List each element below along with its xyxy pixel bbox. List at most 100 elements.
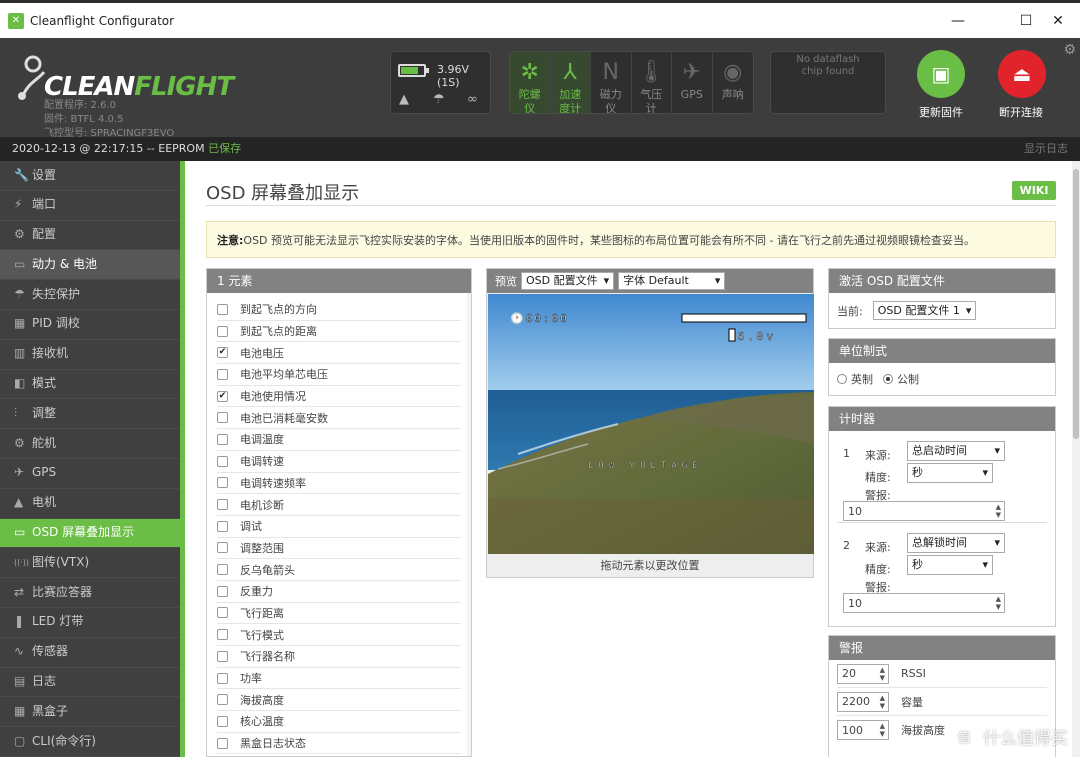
blackbox-icon: ▦ <box>14 703 26 718</box>
element-checkbox[interactable] <box>217 520 228 532</box>
firmware-version: 固件: BTFL 4.0.5 <box>44 114 124 125</box>
element-checkbox[interactable] <box>217 368 228 380</box>
sidebar-item-vtx[interactable]: ((·)) 图传(VTX) <box>0 548 180 579</box>
sidebar-item-wrench[interactable]: 🔧 设置 <box>0 161 180 191</box>
element-checkbox[interactable] <box>217 650 228 662</box>
sidebar-item-led[interactable]: ❚ LED 灯带 <box>0 608 180 638</box>
sensor-accel: ⅄ 加速 度计 <box>550 52 591 115</box>
sidebar-item-label: 比赛应答器 <box>32 584 93 599</box>
page-scrollbar[interactable] <box>1072 161 1080 757</box>
update-firmware-button[interactable]: ▣ <box>917 50 965 98</box>
list-item: 电机诊断 <box>217 494 461 516</box>
elements-scrollbar[interactable] <box>467 293 471 756</box>
alarm-row: 20 ▲ ▼ RSSI <box>837 660 1047 688</box>
sidebar-item-battery[interactable]: ▭ 动力 & 电池 <box>0 250 180 281</box>
list-item: 到起飞点的方向 <box>217 299 461 321</box>
list-item: 反重力 <box>217 581 461 603</box>
sidebar-item-label: 模式 <box>32 376 57 391</box>
timer-source-select[interactable]: 总启动时间 ▾ <box>907 441 1005 461</box>
element-checkbox[interactable] <box>217 672 228 684</box>
element-checkbox[interactable] <box>217 607 228 619</box>
sidebar-item-motor[interactable]: ▲ 电机 <box>0 489 180 519</box>
element-checkbox[interactable] <box>217 737 228 749</box>
osd-preview-panel: 预览 OSD 配置文件 ▾ 字体 Default ▾ 🕐00:00 16.8v … <box>486 268 814 578</box>
sidebar-item-label: 设置 <box>32 167 57 182</box>
close-button[interactable]: ✕ <box>1036 3 1080 38</box>
units-metric-option[interactable]: 公制 <box>883 371 919 387</box>
timer-precision-select[interactable]: 秒 ▾ <box>907 463 993 483</box>
sidebar-item-log[interactable]: ▤ 日志 <box>0 668 180 698</box>
element-checkbox[interactable] <box>217 433 228 445</box>
eeprom-saved: 已保存 <box>208 142 242 155</box>
sensor-label: 声呐 <box>721 88 744 101</box>
sonar-icon: ◉ <box>723 60 743 85</box>
sidebar-item-label: PID 调校 <box>32 316 80 331</box>
sidebar-item-servo[interactable]: ⚙ 舵机 <box>0 429 180 459</box>
osd-profile-select[interactable]: OSD 配置文件 ▾ <box>521 272 615 290</box>
element-checkbox[interactable] <box>217 325 228 337</box>
sidebar-item-pid[interactable]: ▦ PID 调校 <box>0 310 180 340</box>
sidebar-item-osd[interactable]: ▭ OSD 屏幕叠加显示 <box>0 518 180 549</box>
sensor-label: 磁力 仪 <box>599 88 622 115</box>
element-label: 反重力 <box>240 585 273 599</box>
stepper-icon[interactable]: ▲ ▼ <box>880 722 888 738</box>
element-checkbox[interactable] <box>217 715 228 727</box>
list-item: 到起飞点的距离 <box>217 321 461 343</box>
alarm-value-input[interactable]: 20 ▲ ▼ <box>837 663 889 684</box>
sidebar-item-modes[interactable]: ◧ 模式 <box>0 370 180 400</box>
element-checkbox[interactable] <box>217 542 228 554</box>
disconnect-button[interactable]: ⏏ <box>998 50 1046 98</box>
timer-source-select[interactable]: 总解锁时间 ▾ <box>907 533 1005 553</box>
element-checkbox[interactable] <box>217 477 228 489</box>
sidebar-item-adjust[interactable]: ⫶ 调整 <box>0 399 180 430</box>
sidebar-item-receiver[interactable]: ▥ 接收机 <box>0 340 180 370</box>
element-checkbox[interactable] <box>217 694 228 706</box>
element-checkbox[interactable] <box>217 412 228 424</box>
show-log-link[interactable]: 显示日志 <box>1024 137 1068 161</box>
element-checkbox[interactable] <box>217 303 228 315</box>
settings-gear-icon[interactable]: ⚙ <box>1063 42 1076 58</box>
units-imperial-option[interactable]: 英制 <box>837 371 873 387</box>
timer-precision-select[interactable]: 秒 ▾ <box>907 555 993 575</box>
sidebar-item-gear[interactable]: ⚙ 配置 <box>0 221 180 251</box>
element-checkbox-checked[interactable]: ✔ <box>217 347 228 359</box>
sidebar-item-failsafe[interactable]: ☂ 失控保护 <box>0 280 180 310</box>
sidebar-item-plug[interactable]: ⚡ 端口 <box>0 191 180 221</box>
imperial-radio[interactable] <box>837 374 847 384</box>
sidebar-item-label: 失控保护 <box>32 286 81 301</box>
list-item: 电调转速 <box>217 451 461 473</box>
active-profile-select[interactable]: OSD 配置文件 1 ▾ <box>872 301 977 320</box>
alarm-value-input[interactable]: 2200 ▲ ▼ <box>837 691 889 712</box>
element-checkbox[interactable] <box>217 564 228 576</box>
watermark-text: 什么值得买 <box>983 728 1068 749</box>
sidebar-item-label: 动力 & 电池 <box>32 256 97 271</box>
minimize-button[interactable]: — <box>936 3 980 38</box>
sidebar-item-gps[interactable]: ✈ GPS <box>0 459 180 489</box>
stepper-icon[interactable]: ▲ ▼ <box>880 666 888 682</box>
element-checkbox[interactable] <box>217 499 228 511</box>
usb-icon: ⏏ <box>1012 62 1032 86</box>
element-checkbox[interactable] <box>217 455 228 467</box>
timer-alarm-input[interactable]: 10 ▲ ▼ <box>843 593 1005 613</box>
timer-precision-label: 精度: <box>865 471 891 484</box>
sidebar-item-label: OSD 屏幕叠加显示 <box>32 525 135 540</box>
element-checkbox[interactable] <box>217 585 228 597</box>
sidebar-item-blackbox[interactable]: ▦ 黑盒子 <box>0 697 180 728</box>
sidebar-item-transponder[interactable]: ⇄ 比赛应答器 <box>0 578 180 608</box>
element-checkbox[interactable] <box>217 629 228 641</box>
alarm-value-input[interactable]: 100 ▲ ▼ <box>837 720 889 740</box>
motor-icon: ▲ <box>14 495 24 510</box>
battery-icon: ▭ <box>14 256 26 271</box>
stepper-icon[interactable]: ▲ ▼ <box>996 595 1004 611</box>
wiki-button[interactable]: WIKI <box>1012 181 1056 200</box>
font-select[interactable]: 字体 Default ▾ <box>618 272 726 290</box>
sidebar-item-sensors[interactable]: ∿ 传感器 <box>0 638 180 668</box>
chevron-down-icon: ▾ <box>982 466 988 479</box>
stepper-icon[interactable]: ▲ ▼ <box>996 503 1004 519</box>
list-item: 海拔高度 <box>217 689 461 712</box>
stepper-icon[interactable]: ▲ ▼ <box>880 694 888 710</box>
timer-alarm-input[interactable]: 10 ▲ ▼ <box>843 501 1005 521</box>
metric-radio[interactable] <box>883 374 893 384</box>
element-checkbox-checked[interactable]: ✔ <box>217 390 228 402</box>
sidebar-item-cli[interactable]: ▢ CLI(命令行) <box>0 727 180 757</box>
